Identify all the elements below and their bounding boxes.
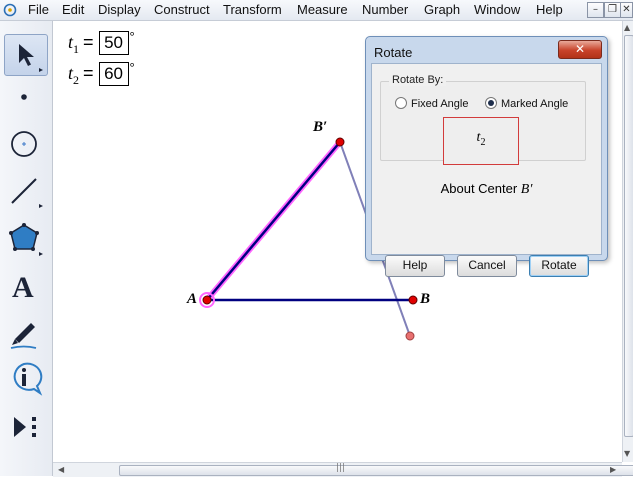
scroll-grip-icon: ||| [336, 463, 346, 473]
about-label: About Center [440, 181, 521, 196]
point-a[interactable] [202, 295, 212, 305]
label-point-b-prime[interactable]: B′ [313, 119, 327, 136]
rotate-button[interactable]: Rotate [529, 255, 589, 277]
vertical-scroll-thumb[interactable] [624, 35, 633, 437]
label-point-b[interactable]: B [420, 291, 430, 308]
radio-label: Fixed Angle [411, 98, 469, 110]
scroll-up-icon[interactable]: ▲ [624, 23, 630, 32]
dialog-close-button[interactable]: ✕ [558, 40, 602, 59]
radio-checked-icon [485, 97, 497, 109]
cancel-button[interactable]: Cancel [457, 255, 517, 277]
close-icon: ✕ [574, 42, 586, 56]
about-center-text: About Center B′ [366, 181, 607, 198]
point-rotated[interactable] [405, 331, 415, 341]
scroll-left-icon[interactable]: ◀ [58, 465, 64, 474]
scroll-down-icon[interactable]: ▼ [624, 449, 630, 458]
point-b[interactable] [408, 295, 418, 305]
radio-label: Marked Angle [501, 98, 569, 110]
rotate-dialog: Rotate ✕ Rotate By: Fixed Angle Marked A… [365, 36, 608, 277]
radio-fixed-angle[interactable]: Fixed Angle [395, 97, 468, 110]
point-b-prime[interactable] [335, 137, 345, 147]
radio-marked-angle[interactable]: Marked Angle [485, 97, 568, 110]
group-label: Rotate By: [389, 74, 447, 86]
segment-ab-prime[interactable] [206, 141, 341, 301]
rotate-by-group: Rotate By: Fixed Angle Marked Angle t2 [380, 74, 586, 165]
horizontal-scroll-thumb[interactable]: ||| [119, 463, 633, 476]
label-point-a[interactable]: A [187, 291, 197, 308]
horizontal-scrollbar[interactable]: ◀ ||| ▶ [53, 462, 633, 477]
about-center-point: B′ [520, 182, 533, 197]
angle-subscript: 2 [480, 137, 486, 148]
scroll-right-icon[interactable]: ▶ [610, 465, 616, 474]
radio-unchecked-icon [395, 97, 407, 109]
vertical-scrollbar[interactable]: ▲ ▼ [622, 21, 633, 462]
help-button[interactable]: Help [385, 255, 445, 277]
marked-angle-field[interactable]: t2 [443, 117, 519, 165]
dialog-title: Rotate [374, 45, 413, 60]
